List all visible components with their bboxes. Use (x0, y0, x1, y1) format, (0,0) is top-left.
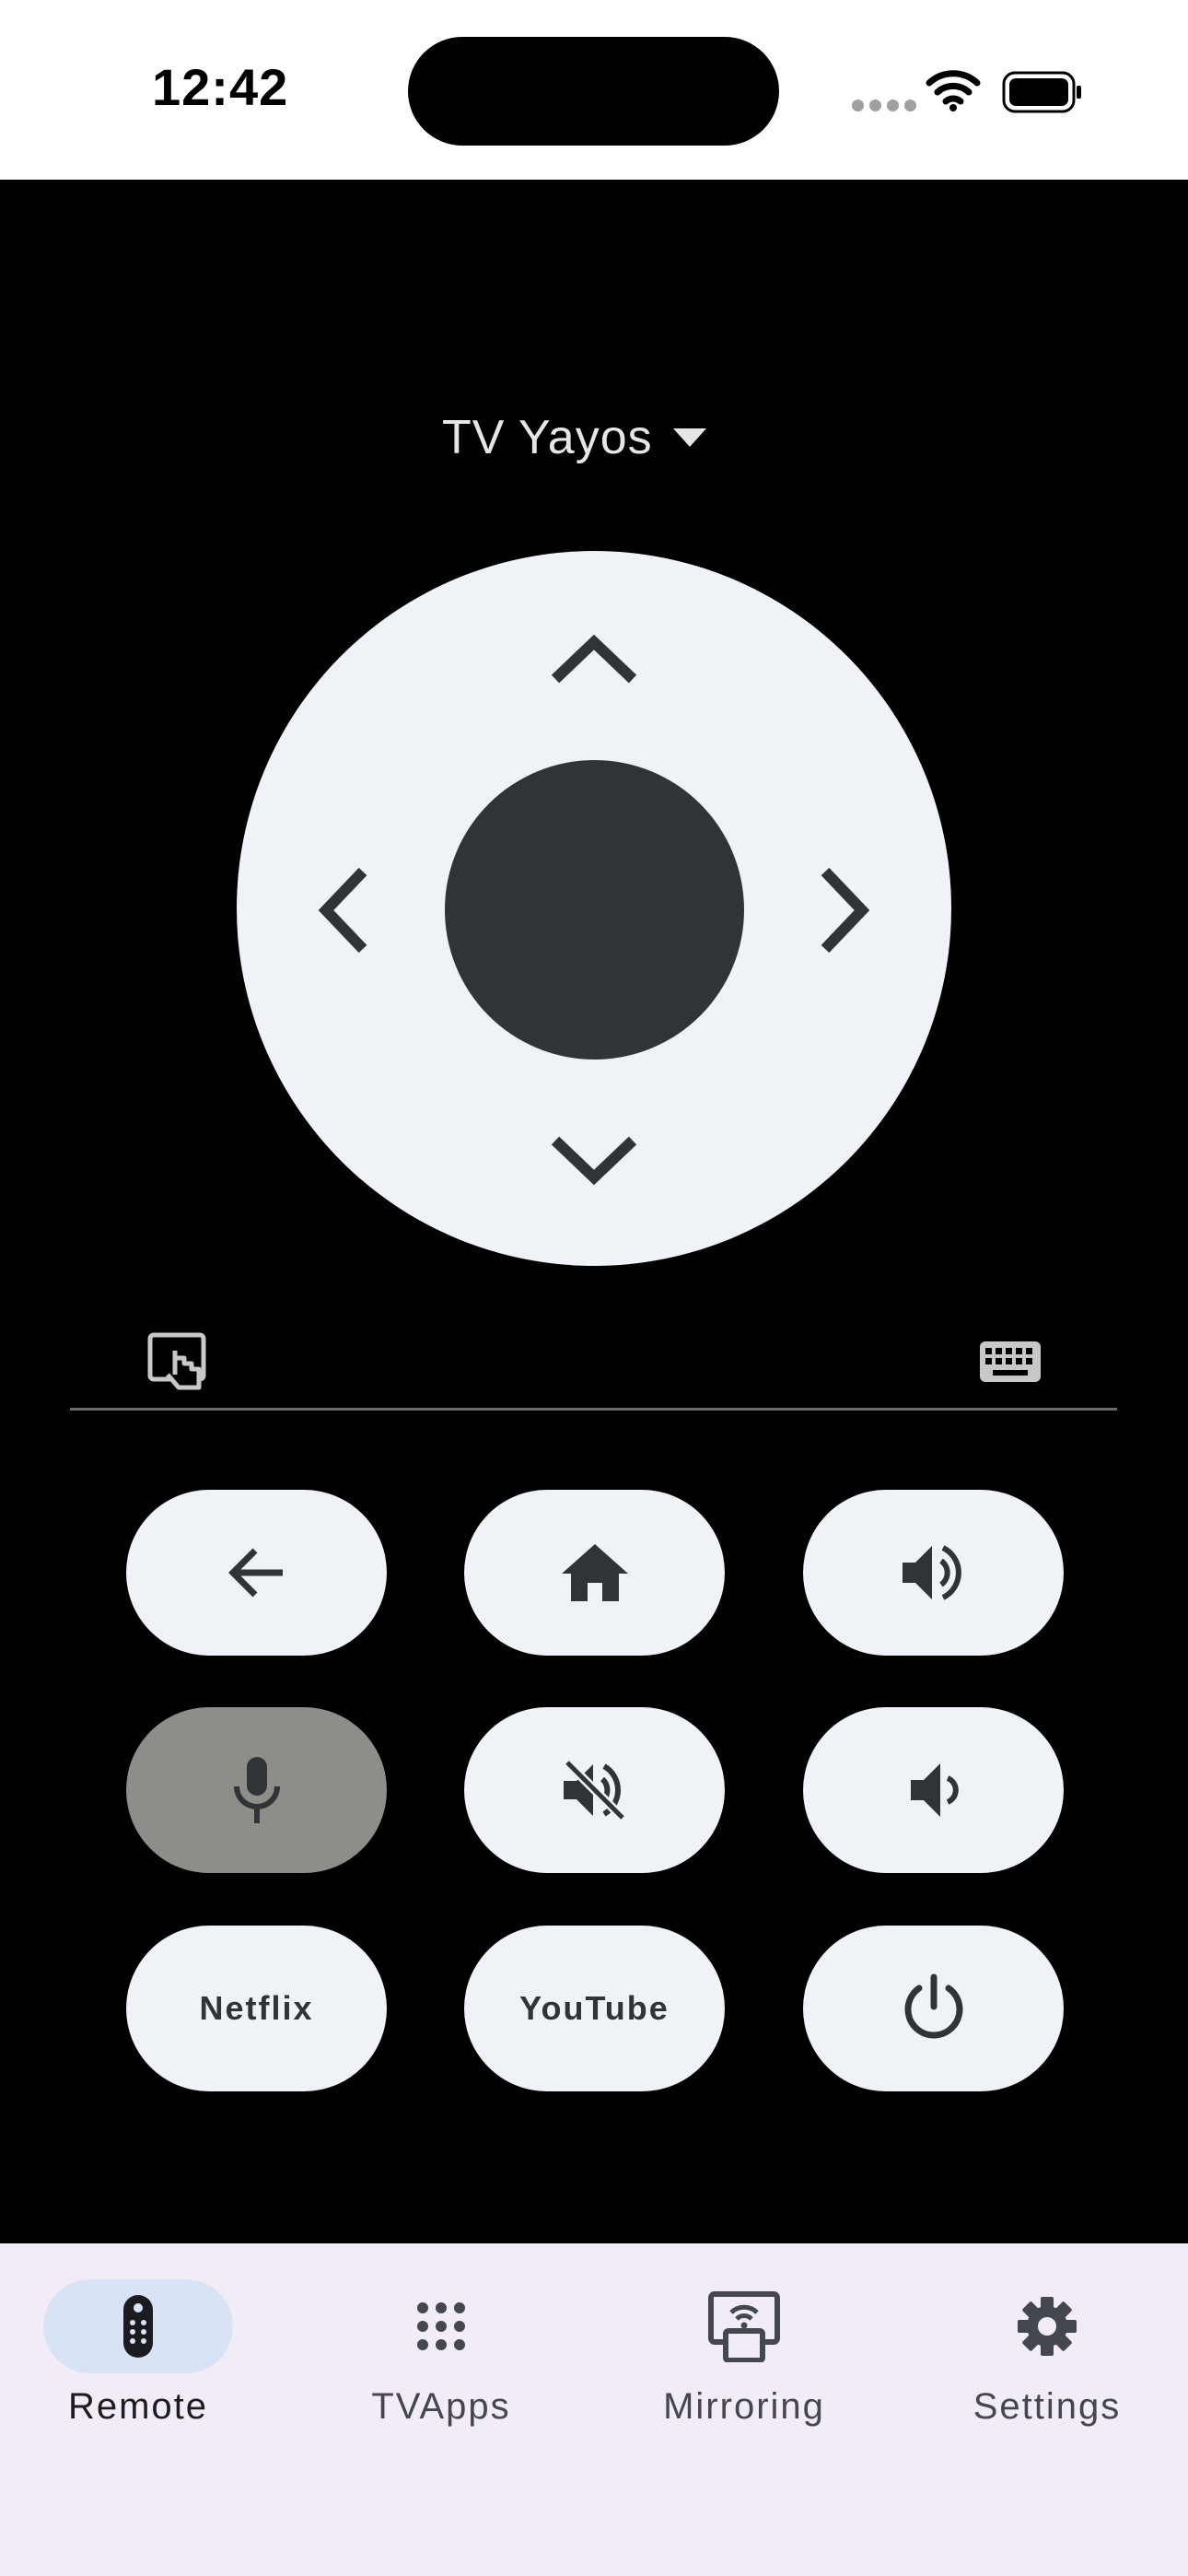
status-time: 12:42 (152, 58, 289, 116)
device-name: TV Yayos (442, 411, 653, 464)
device-selector[interactable]: TV Yayos (442, 405, 706, 470)
dpad-ok-button[interactable] (445, 760, 744, 1060)
gear-icon (1018, 2297, 1077, 2356)
nav-pill (43, 2279, 233, 2373)
mute-button[interactable] (464, 1707, 725, 1873)
nav-pill (649, 2279, 839, 2373)
divider (70, 1408, 1117, 1411)
nav-label-tvapps: TVApps (371, 2386, 511, 2427)
netflix-button[interactable]: Netflix (126, 1926, 387, 2091)
volume-down-button[interactable] (803, 1707, 1064, 1873)
chevron-left-icon (318, 867, 367, 954)
dpad-down-button[interactable] (539, 1106, 649, 1216)
volume-up-icon (902, 1545, 961, 1600)
cast-icon (708, 2291, 780, 2362)
remote-icon (123, 2295, 153, 2358)
nav-item-mirroring[interactable]: Mirroring (606, 2276, 882, 2441)
cellular-signal-icon (847, 92, 921, 120)
dpad-left-button[interactable] (287, 855, 398, 966)
volume-mute-icon (563, 1759, 626, 1821)
nav-label-settings: Settings (973, 2386, 1122, 2427)
nav-item-settings[interactable]: Settings (909, 2276, 1185, 2441)
apps-grid-icon (417, 2302, 465, 2350)
youtube-button[interactable]: YouTube (464, 1926, 725, 2091)
dpad-up-button[interactable] (539, 603, 649, 714)
dynamic-island (408, 37, 779, 146)
wifi-icon (926, 70, 981, 111)
nav-pill (346, 2279, 536, 2373)
chevron-up-icon (551, 634, 637, 684)
touchpad-mode-icon[interactable] (147, 1332, 212, 1393)
arrow-left-icon (227, 1548, 283, 1598)
nav-item-remote[interactable]: Remote (0, 2276, 276, 2441)
battery-icon (1002, 71, 1081, 113)
home-icon (561, 1544, 628, 1601)
home-button[interactable] (464, 1490, 725, 1656)
chevron-right-icon (821, 867, 870, 954)
netflix-label: Netflix (199, 1989, 314, 2027)
microphone-button[interactable] (126, 1707, 387, 1873)
nav-label-mirroring: Mirroring (663, 2386, 825, 2427)
microphone-icon (233, 1757, 280, 1823)
keyboard-icon[interactable] (980, 1341, 1041, 1382)
nav-item-tvapps[interactable]: TVApps (303, 2276, 579, 2441)
nav-label-remote: Remote (67, 2386, 209, 2427)
chevron-down-icon (551, 1136, 637, 1186)
back-button[interactable] (126, 1490, 387, 1656)
power-icon (904, 1973, 962, 2039)
dpad-right-button[interactable] (790, 855, 901, 966)
dropdown-arrow-icon (672, 428, 706, 447)
power-button[interactable] (803, 1926, 1064, 2091)
nav-pill (952, 2279, 1142, 2373)
volume-up-button[interactable] (803, 1490, 1064, 1656)
volume-down-icon (910, 1763, 959, 1817)
youtube-label: YouTube (519, 1989, 670, 2027)
